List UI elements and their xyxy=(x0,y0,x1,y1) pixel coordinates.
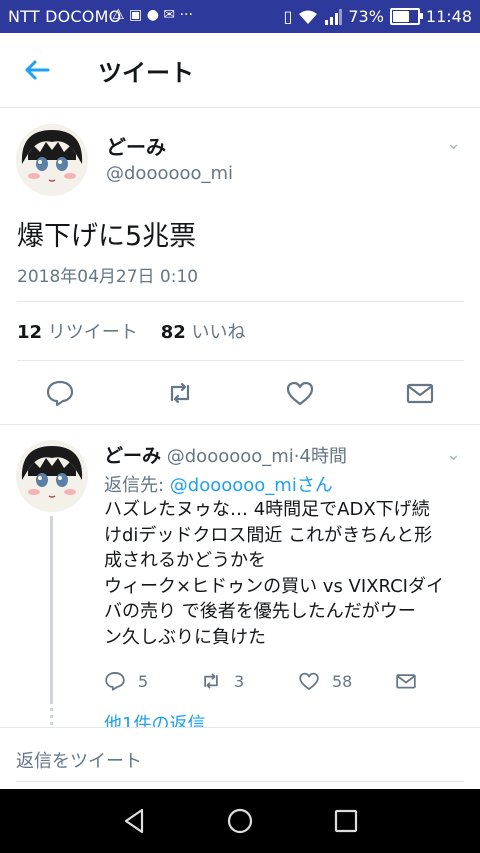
back-arrow-icon[interactable] xyxy=(20,53,54,87)
divider xyxy=(0,424,480,425)
share-mail-icon[interactable] xyxy=(405,378,435,408)
reply-time: 4時間 xyxy=(299,446,347,467)
retweet-label[interactable]: リツイート xyxy=(48,322,138,343)
like-count: 58 xyxy=(332,671,353,691)
reply-composer: 返信をツイート xyxy=(0,727,480,790)
vibrate-icon: ▯ xyxy=(283,7,293,26)
battery-percent: 73% xyxy=(348,7,384,26)
reply-icon xyxy=(105,672,125,691)
basketball-icon: ● xyxy=(146,7,159,23)
carrier-name: NTT DOCOMO xyxy=(8,7,122,26)
share-mail-icon xyxy=(396,674,416,689)
signal-icon xyxy=(325,8,343,25)
heart-icon xyxy=(299,672,319,690)
like-label[interactable]: いいね xyxy=(191,322,245,343)
reply-text-line: ウィーク×ヒドゥンの買い vs VIXRCIダイ xyxy=(104,575,444,597)
more-icon: ··· xyxy=(179,7,193,23)
reply-to: 返信先: @doooooo_miさん xyxy=(104,471,333,497)
reply-author-handle[interactable]: @doooooo_mi xyxy=(167,446,294,467)
retweet-icon[interactable] xyxy=(165,378,195,408)
author-name[interactable]: どーみ xyxy=(106,131,166,160)
heart-icon[interactable] xyxy=(285,378,315,408)
system-nav-bar xyxy=(0,789,480,853)
page-title: ツイート xyxy=(98,59,194,87)
home-circle-icon[interactable] xyxy=(225,806,255,836)
input-underline xyxy=(16,781,464,782)
reply-text-line: ハズレたヌゥな… 4時間足でADX下げ続 xyxy=(104,499,430,520)
tweet-timestamp: 2018年04月27日 0:10 xyxy=(17,267,199,287)
divider xyxy=(17,301,464,302)
reply-to-prefix: 返信先: xyxy=(104,475,170,496)
reply-icon[interactable] xyxy=(45,378,75,408)
status-right: ▯ 73% 11:48 xyxy=(284,7,472,26)
warning-icon: ⚠ xyxy=(112,7,125,23)
chevron-down-icon[interactable]: ⌄ xyxy=(446,133,461,154)
status-bar: NTT DOCOMO ⚠ ▣ ● ✉ ··· ▯ 73% 11:48 xyxy=(0,0,480,33)
thread-line xyxy=(50,516,53,704)
reply-text-line: 成されるかどうかを xyxy=(104,550,266,572)
reply-retweet-button[interactable]: 3 xyxy=(200,670,244,692)
back-triangle-icon[interactable] xyxy=(120,806,150,836)
mail-icon: ✉ xyxy=(163,7,176,23)
app-header: ツイート xyxy=(0,33,480,108)
retweet-icon xyxy=(204,673,218,689)
reply-text-line: けdiデッドクロス間近 これがきちんと形 xyxy=(104,524,433,546)
reply-input[interactable]: 返信をツイート xyxy=(16,747,142,773)
tweet-text: 爆下げに5兆票 xyxy=(17,221,197,252)
notification-icons: ⚠ ▣ ● ✉ ··· xyxy=(112,7,193,23)
author-handle[interactable]: @doooooo_mi xyxy=(106,163,233,184)
reply-count: 5 xyxy=(138,671,149,691)
sim-icon: ▣ xyxy=(129,7,143,23)
reply-to-link[interactable]: @doooooo_miさん xyxy=(170,475,333,496)
like-count[interactable]: 82 xyxy=(161,322,186,343)
avatar[interactable] xyxy=(16,440,88,512)
avatar[interactable] xyxy=(16,124,88,196)
reply-header: どーみ @doooooo_mi·4時間 xyxy=(104,441,347,468)
reply-text-line: バの売り で後者を優先したんだがウー xyxy=(104,601,416,623)
wifi-icon xyxy=(299,10,318,24)
clock: 11:48 xyxy=(425,7,472,26)
reply-like-button[interactable]: 58 xyxy=(298,670,352,692)
reply-reply-button[interactable]: 5 xyxy=(104,670,148,692)
divider xyxy=(17,360,464,361)
reply-text: ハズレたヌゥな… 4時間足でADX下げ続 けdiデッドクロス間近 これがきちんと… xyxy=(104,497,474,651)
retweet-count: 3 xyxy=(234,671,245,691)
reply-text-line: ン久しぶりに負けた xyxy=(104,626,266,648)
tweet-stats: 12 リツイート 82 いいね xyxy=(17,318,245,344)
chevron-down-icon[interactable]: ⌄ xyxy=(446,444,461,465)
recents-square-icon[interactable] xyxy=(331,806,361,836)
reply-share-button[interactable] xyxy=(395,670,417,692)
reply-author-name[interactable]: どーみ xyxy=(104,445,161,467)
battery-icon xyxy=(389,8,423,25)
retweet-count[interactable]: 12 xyxy=(17,322,42,343)
